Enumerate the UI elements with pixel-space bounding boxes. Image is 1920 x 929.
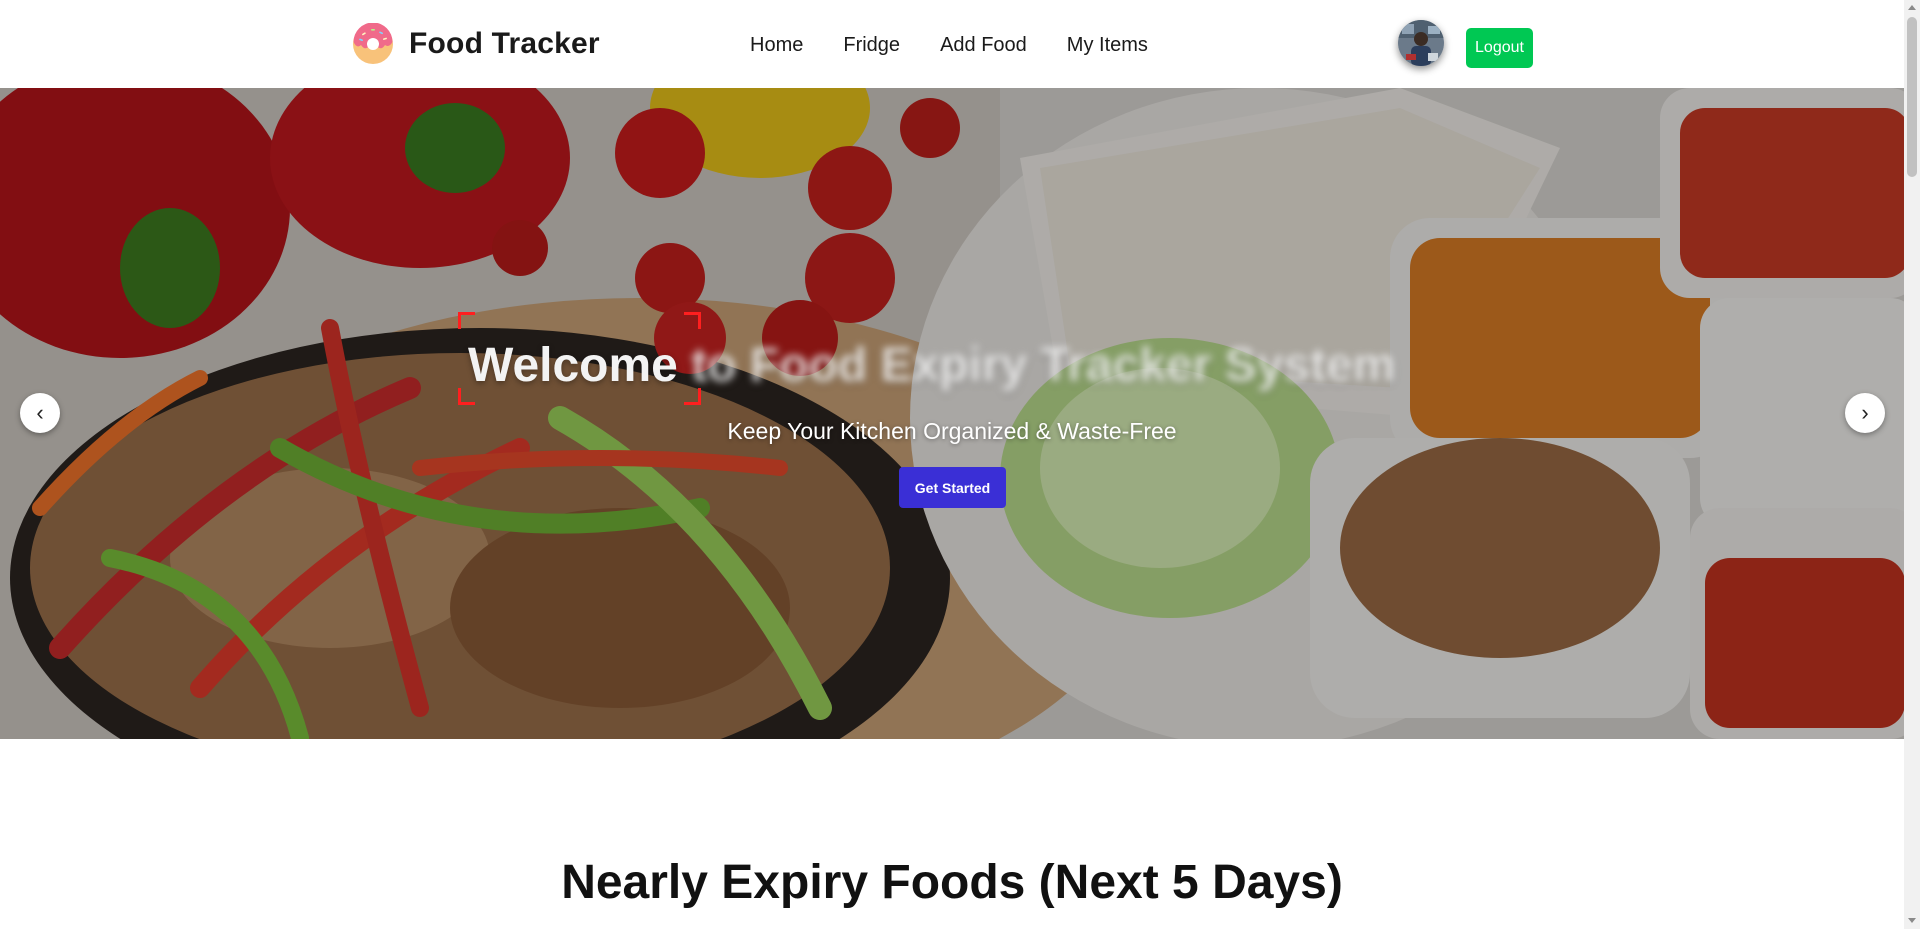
carousel-prev-button[interactable]: ‹ — [20, 393, 60, 433]
donut-icon — [353, 23, 393, 64]
scroll-thumb[interactable] — [1907, 17, 1917, 177]
logout-button[interactable]: Logout — [1466, 28, 1533, 68]
nav-my-items[interactable]: My Items — [1067, 30, 1148, 60]
nearly-expiry-heading: Nearly Expiry Foods (Next 5 Days) — [561, 856, 1343, 909]
avatar-photo-icon — [1398, 20, 1444, 66]
hero-title: Welcome to Food Expiry Tracker System — [468, 336, 1395, 396]
scroll-down-arrow-icon[interactable] — [1908, 918, 1916, 923]
hero-carousel: Welcome to Food Expiry Tracker System Ke… — [0, 88, 1904, 739]
user-avatar[interactable] — [1398, 20, 1444, 66]
hero-title-blurred: to Food Expiry Tracker System — [677, 339, 1396, 392]
nav-fridge[interactable]: Fridge — [843, 30, 900, 60]
page-scrollbar[interactable] — [1904, 0, 1920, 929]
hero-title-visible: Welcome — [468, 339, 678, 392]
brand-home-link[interactable]: Food Tracker — [352, 23, 600, 65]
carousel-next-button[interactable]: › — [1845, 393, 1885, 433]
title-highlight-bracket — [458, 312, 475, 329]
nav-add-food[interactable]: Add Food — [940, 30, 1027, 60]
scroll-up-arrow-icon[interactable] — [1908, 5, 1916, 10]
get-started-button[interactable]: Get Started — [899, 467, 1006, 508]
page: Food Tracker Home Fridge Add Food My Ite… — [0, 0, 1920, 929]
navbar: Food Tracker Home Fridge Add Food My Ite… — [0, 0, 1904, 88]
hero-subtitle: Keep Your Kitchen Organized & Waste-Free — [727, 418, 1177, 444]
hero-overlay — [0, 88, 1904, 739]
title-highlight-bracket — [684, 312, 701, 329]
main-nav: Home Fridge Add Food My Items — [750, 30, 1188, 60]
brand-name: Food Tracker — [409, 27, 600, 60]
nav-home[interactable]: Home — [750, 30, 803, 60]
